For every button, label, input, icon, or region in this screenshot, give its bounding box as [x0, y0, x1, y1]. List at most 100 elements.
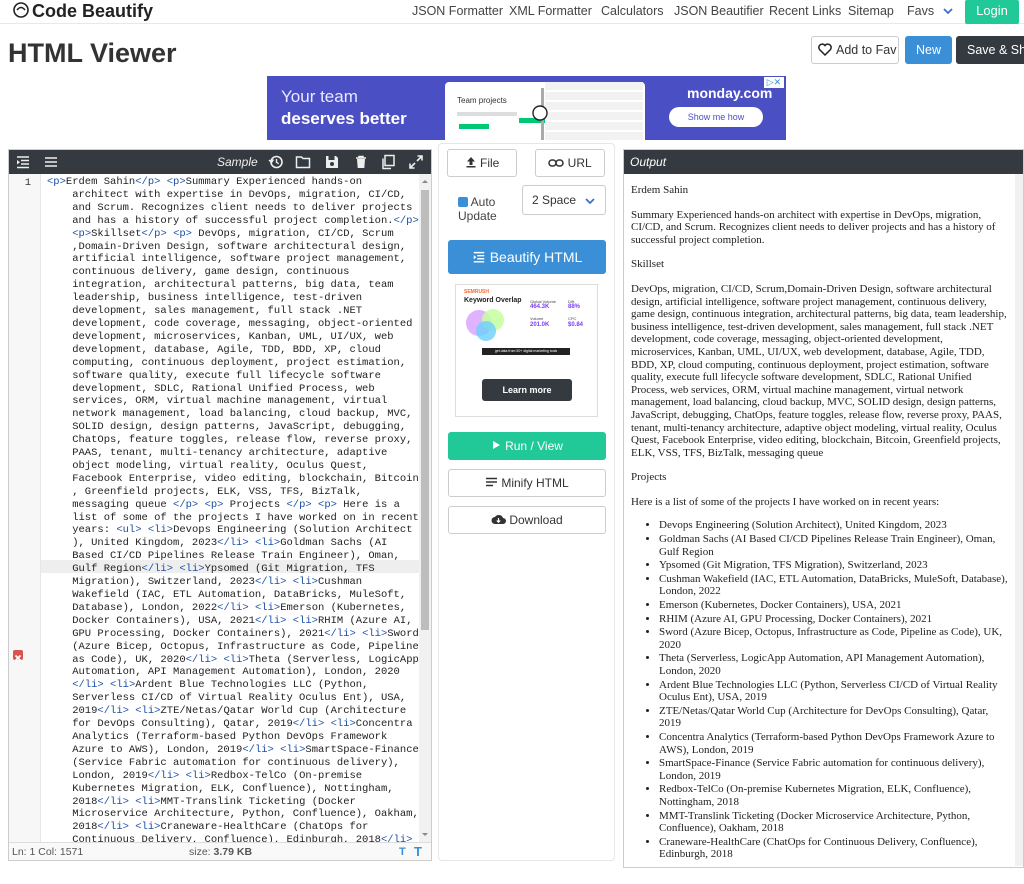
nav-calculators[interactable]: Calculators [601, 4, 664, 18]
copy-icon[interactable] [380, 154, 396, 170]
beautify-html-button[interactable]: Beautify HTML [448, 240, 606, 274]
play-icon [493, 441, 501, 449]
ad-close-icon[interactable]: ▷✕ [764, 77, 784, 88]
cloud-download-icon [491, 514, 507, 524]
side-ad-metric-2-value: 88% [568, 304, 581, 310]
code-line: </li> <li>Ardent Blue Technologies LLC (… [72, 679, 369, 692]
nav-xml-formatter[interactable]: XML Formatter [509, 4, 592, 18]
ad-banner[interactable]: Your team deserves better Team projects … [267, 76, 786, 140]
code-line: Analytics (Terraform-based Python DevOps… [47, 730, 388, 743]
auto-update-control[interactable]: Auto Update [458, 195, 518, 223]
code-line: messaging queue </p> <p> Projects </p> <… [47, 498, 400, 511]
editor-statusbar: Ln: 1 Col: 1571 size: 3.79 KB T T [9, 842, 431, 860]
cursor-position: Ln: 1 Col: 1571 [12, 846, 84, 858]
list-item: Cushman Wakefield (IAC, ETL Automation, … [659, 573, 1009, 598]
chevron-down-icon [585, 198, 595, 205]
history-icon[interactable] [268, 154, 284, 170]
list-item: ZTE/Netas/Qatar World Cup (Architecture … [659, 705, 1009, 730]
top-navbar: Code Beautify JSON Formatter XML Formatt… [0, 0, 1024, 24]
indent-icon[interactable] [15, 154, 31, 170]
file-button[interactable]: File [447, 149, 517, 177]
sample-link[interactable]: Sample [217, 154, 258, 170]
side-ad[interactable]: SEMRUSH Keyword Overlap Global Volume 46… [455, 284, 598, 417]
output-skillset: DevOps, migration, CI/CD, Scrum,Domain-D… [631, 282, 1007, 459]
code-line: software quality, execute full lifecycle… [47, 369, 381, 382]
indent-icon [473, 251, 484, 263]
scroll-up-icon[interactable] [419, 176, 431, 186]
save-share-button[interactable]: Save & Share [956, 36, 1024, 64]
code-line: , Greenfield projects, ELK, VSS, TFS, Bi… [47, 485, 363, 498]
code-line: list of some of the projects I have work… [47, 511, 419, 524]
file-label: File [480, 156, 500, 170]
heart-icon [818, 43, 832, 56]
code-line: Docker Containers), USA, 2021</li> <li>R… [47, 614, 413, 627]
output-name: Erdem Sahin [631, 184, 689, 196]
code-line: development, code coverage, messaging, o… [47, 317, 413, 330]
learn-more-button[interactable]: Learn more [482, 379, 572, 401]
minify-html-button[interactable]: Minify HTML [448, 469, 606, 497]
code-line: <p>Skillset</p> <p> DevOps, migration, C… [72, 227, 394, 240]
add-to-fav-button[interactable]: Add to Fav [811, 36, 899, 64]
auto-update-checkbox[interactable] [458, 197, 468, 207]
code-line: Azure to AWS), London, 2019</li> <li>Sma… [47, 743, 419, 756]
code-line: ), United Kingdom, 2023</li> <li>Goldman… [47, 537, 388, 550]
code-line: (Azure Bicep, Octopus, Infrastructure as… [47, 640, 419, 653]
list-item: Sword (Azure Bicep, Octopus, Infrastruct… [659, 626, 1009, 651]
nav-favs[interactable]: Favs [907, 4, 953, 18]
logo-text: Code Beautify [32, 1, 154, 21]
side-ad-brand: SEMRUSH [464, 289, 490, 295]
list-item: Theta (Serverless, LogicApp Automation, … [659, 652, 1009, 677]
code-line: Migration), Switzerland, 2023</li> <li>C… [47, 576, 363, 589]
ad-brand: monday.com [687, 85, 773, 101]
fullscreen-icon[interactable] [408, 154, 424, 170]
folder-open-icon[interactable] [295, 154, 311, 170]
beautify-label: Beautify HTML [489, 249, 583, 265]
size-value: 3.79 KB [213, 846, 253, 858]
html-editor[interactable]: Sample 1 <p>Erdem Sahin</p> <p>Summary E… [8, 149, 432, 861]
login-button[interactable]: Login [965, 0, 1019, 24]
nav-json-beautifier[interactable]: JSON Beautifier [674, 4, 764, 18]
font-decrease-icon[interactable]: T [399, 843, 406, 861]
code-line: Gulf Region</li> <li>Ypsomed (Git Migrat… [47, 563, 375, 576]
code-line: London, 2019</li> <li>Redbox-TelCo (On-p… [47, 769, 363, 782]
output-scrollbar[interactable] [1015, 174, 1023, 866]
download-label: Download [509, 513, 563, 527]
indent-select[interactable]: 2 Space [522, 185, 606, 215]
ad-screenshot: Team projects [445, 82, 645, 140]
add-to-fav-label: Add to Fav [836, 43, 897, 57]
code-line: ChatOps, feature toggles, release flow, … [47, 434, 413, 447]
code-line: Continuous Delivery, Confluence), Edinbu… [47, 834, 413, 842]
download-button[interactable]: Download [448, 506, 606, 534]
site-logo[interactable]: Code Beautify [12, 0, 153, 22]
url-label: URL [567, 156, 592, 170]
code-area[interactable]: <p>Erdem Sahin</p> <p>Summary Experience… [41, 176, 419, 842]
nav-json-formatter[interactable]: JSON Formatter [412, 4, 503, 18]
url-button[interactable]: URL [535, 149, 605, 177]
font-increase-icon[interactable]: T [414, 843, 422, 861]
code-line: and has a history of successful project … [47, 214, 419, 227]
nav-recent-links[interactable]: Recent Links [769, 4, 841, 18]
output-panel: Output Erdem Sahin Summary Experienced h… [623, 149, 1024, 868]
code-line: Facebook Enterprise, video editing, bloc… [47, 472, 419, 485]
menu-lines-icon[interactable] [43, 154, 59, 170]
save-icon[interactable] [324, 154, 340, 170]
link-icon [548, 159, 565, 167]
scroll-down-icon[interactable] [419, 830, 431, 840]
code-line: PAAS, tenant, multi-tenancy architecture… [47, 447, 388, 460]
favs-label: Favs [907, 4, 935, 18]
code-line: Automation, API Management Automation), … [47, 666, 400, 679]
new-button[interactable]: New [905, 36, 952, 64]
trash-icon[interactable] [353, 154, 369, 170]
code-line: Database), London, 2022</li> <li>Emerson… [47, 601, 407, 614]
run-view-button[interactable]: Run / View [448, 432, 606, 460]
error-marker-icon[interactable] [13, 650, 23, 662]
editor-scroll-thumb[interactable] [421, 190, 429, 630]
code-line: development, SDLC, Rational Unified Proc… [47, 382, 375, 395]
code-line: Based CI/CD Pipelines Release Train Engi… [47, 550, 400, 563]
ad-cta-button[interactable]: Show me how [669, 107, 763, 127]
cursor-hand-icon [532, 105, 548, 121]
list-item: Devops Engineering (Solution Architect),… [659, 519, 1009, 532]
nav-sitemap[interactable]: Sitemap [848, 4, 894, 18]
output-content[interactable]: Erdem Sahin Summary Experienced hands-on… [624, 174, 1015, 866]
code-line: Microservice Architecture, Python, Confl… [47, 808, 419, 821]
